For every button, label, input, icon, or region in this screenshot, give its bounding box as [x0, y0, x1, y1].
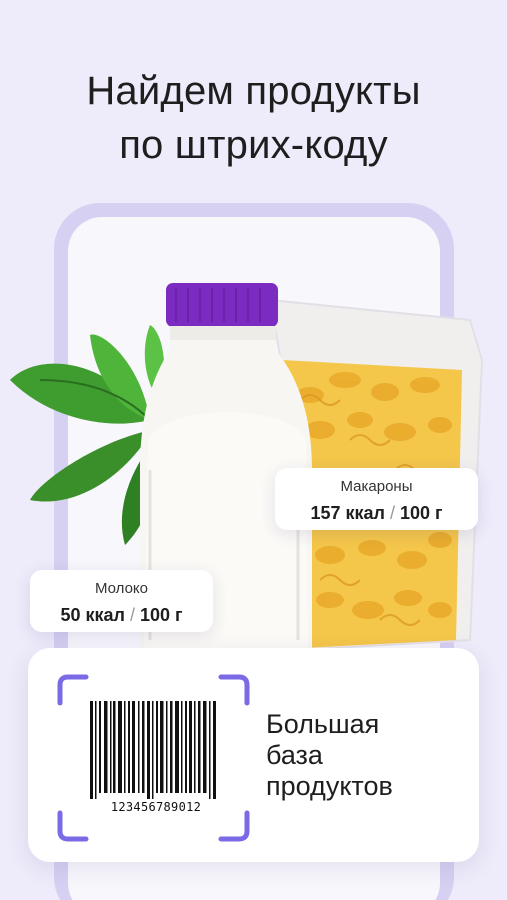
- milk-nutrition-card[interactable]: Молоко 50 ккал / 100 г: [30, 570, 213, 632]
- barcode-number: 123456789012: [110, 800, 202, 814]
- scan-caption-line-3: продуктов: [266, 771, 393, 801]
- milk-calories: 50 ккал: [60, 605, 125, 625]
- pasta-separator: /: [389, 503, 395, 523]
- scan-caption: Большая база продуктов: [266, 709, 466, 802]
- pasta-portion: 100 г: [400, 503, 443, 523]
- pasta-calories: 157 ккал: [310, 503, 385, 523]
- pasta-calories-row: 157 ккал / 100 г: [275, 503, 478, 524]
- milk-separator: /: [129, 605, 135, 625]
- scan-caption-line-2: база: [266, 740, 323, 770]
- milk-calories-row: 50 ккал / 100 г: [30, 605, 213, 626]
- milk-name: Молоко: [94, 580, 148, 597]
- milk-portion: 100 г: [140, 605, 183, 625]
- scan-caption-line-1: Большая: [266, 709, 380, 739]
- pasta-nutrition-card[interactable]: Макароны 157 ккал / 100 г: [275, 468, 478, 530]
- pasta-name: Макароны: [340, 478, 413, 495]
- barcode-icon: [90, 701, 216, 799]
- scan-frame-icon: [57, 674, 250, 842]
